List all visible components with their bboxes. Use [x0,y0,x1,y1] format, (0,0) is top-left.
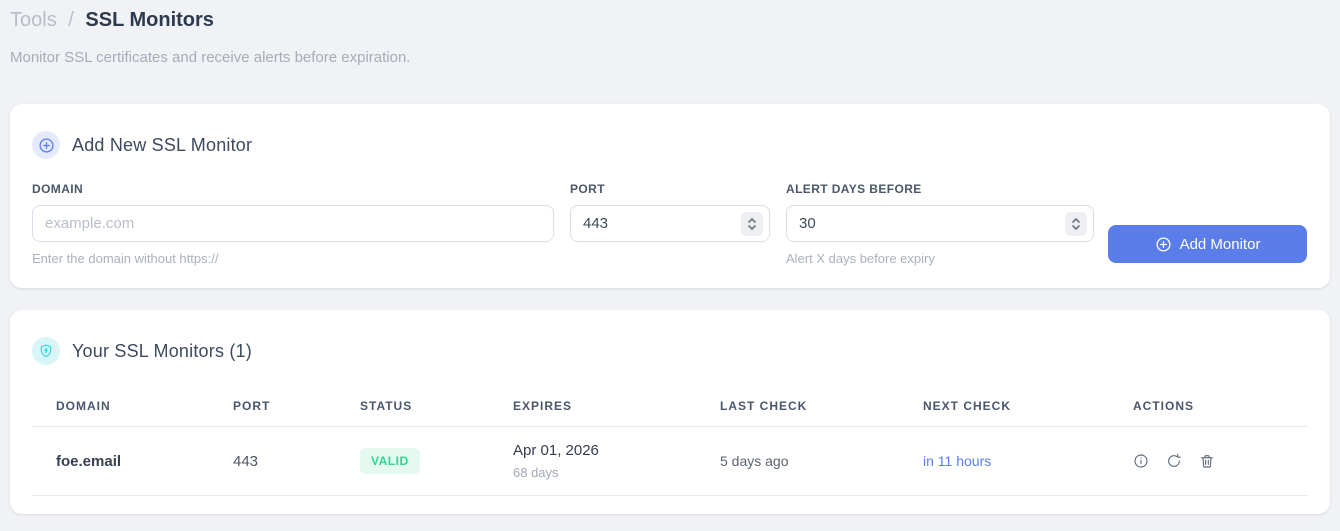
monitor-next-check[interactable]: in 11 hours [899,426,1109,496]
add-monitor-form: DOMAIN Enter the domain without https://… [32,182,1308,266]
port-input[interactable] [570,205,770,242]
monitors-list-card: Your SSL Monitors (1) DOMAIN PORT STATUS… [10,310,1330,514]
shield-keyhole-icon [32,337,60,365]
monitor-expires-cell: Apr 01, 2026 68 days [489,426,696,496]
plus-circle-icon [1155,236,1172,253]
add-monitor-button-label: Add Monitor [1179,235,1261,253]
expires-date: Apr 01, 2026 [513,442,599,459]
alert-days-input[interactable] [786,205,1094,242]
page-subtitle: Monitor SSL certificates and receive ale… [10,49,411,66]
monitor-last-check: 5 days ago [696,426,899,496]
alert-days-helper-text: Alert X days before expiry [786,251,935,266]
alert-days-stepper[interactable] [1065,212,1087,236]
monitor-domain: foe.email [32,426,209,496]
domain-label: DOMAIN [32,182,84,196]
monitors-card-header: Your SSL Monitors (1) [32,337,1308,365]
monitor-status-cell: VALID [336,426,489,496]
refresh-icon[interactable] [1166,453,1182,469]
monitors-list-title: Your SSL Monitors (1) [72,340,252,361]
col-header-last-check: LAST CHECK [696,385,899,427]
alert-days-field-group: ALERT DAYS BEFORE Alert X days before ex… [786,182,1094,266]
add-monitor-button[interactable]: Add Monitor [1108,225,1307,263]
add-monitor-title: Add New SSL Monitor [72,134,253,155]
ssl-monitors-page: Tools / SSL Monitors Monitor SSL certifi… [0,0,1340,514]
col-header-status: STATUS [336,385,489,427]
table-header-row: DOMAIN PORT STATUS EXPIRES LAST CHECK NE… [32,385,1308,427]
expires-days-remaining: 68 days [513,465,559,480]
add-monitor-card-header: Add New SSL Monitor [32,131,1308,159]
status-badge: VALID [360,448,420,474]
domain-helper-text: Enter the domain without https:// [32,251,219,266]
plus-circle-icon [32,131,60,159]
col-header-expires: EXPIRES [489,385,696,427]
add-monitor-card: Add New SSL Monitor DOMAIN Enter the dom… [10,104,1330,288]
col-header-port: PORT [209,385,336,427]
breadcrumb-separator: / [68,9,74,31]
page-title: SSL Monitors [85,9,214,31]
col-header-domain: DOMAIN [32,385,209,427]
info-icon[interactable] [1133,453,1149,469]
domain-input[interactable] [32,205,554,242]
monitor-actions-cell [1109,426,1308,496]
monitors-table: DOMAIN PORT STATUS EXPIRES LAST CHECK NE… [32,385,1308,496]
col-header-actions: ACTIONS [1109,385,1308,427]
trash-icon[interactable] [1199,453,1215,469]
table-row: foe.email 443 VALID Apr 01, 2026 68 days… [32,426,1308,496]
breadcrumb: Tools / SSL Monitors [10,8,1330,32]
col-header-next-check: NEXT CHECK [899,385,1109,427]
port-label: PORT [570,182,605,196]
breadcrumb-tools-link[interactable]: Tools [10,9,57,31]
domain-field-group: DOMAIN Enter the domain without https:// [32,182,554,266]
alert-days-label: ALERT DAYS BEFORE [786,182,922,196]
port-stepper[interactable] [741,212,763,236]
port-field-group: PORT [570,182,770,242]
monitor-port: 443 [209,426,336,496]
